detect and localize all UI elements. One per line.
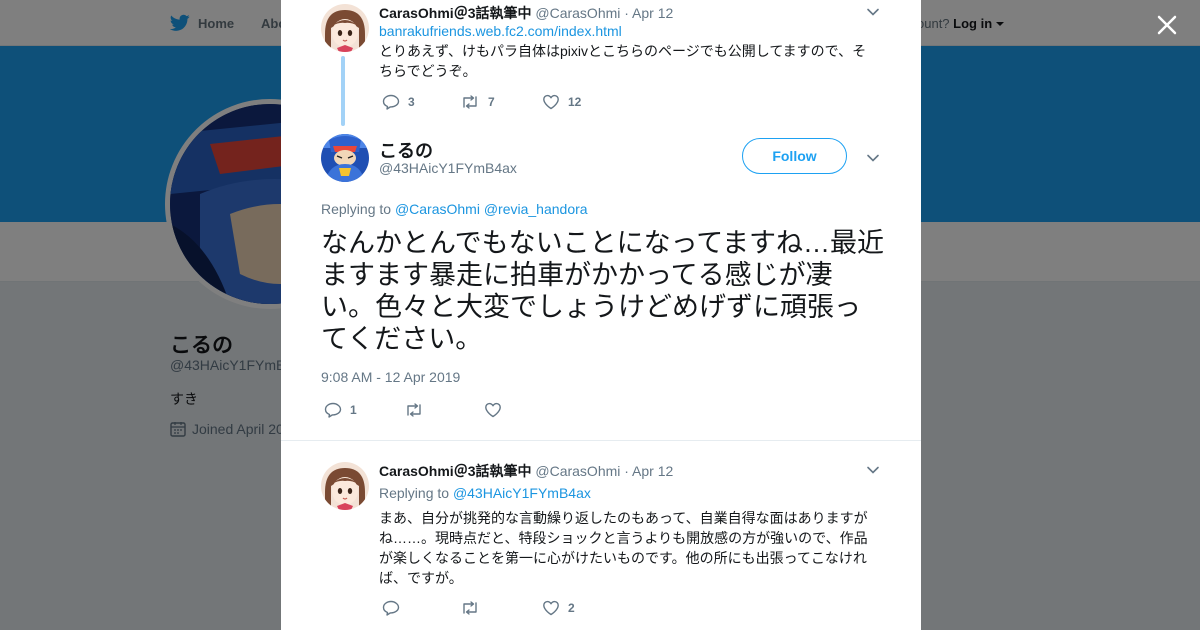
- close-modal-button[interactable]: [1152, 10, 1182, 40]
- reply-tweet-handle[interactable]: @CarasOhmi: [535, 463, 620, 479]
- caras-avatar-image: [321, 4, 369, 52]
- parent-tweet-text: とりあえず、けもパラ自体はpixivとこちらのページでも公開してますので、そちら…: [379, 43, 867, 79]
- parent-retweet-count: 7: [488, 95, 495, 109]
- main-tweet-replying-to: Replying to @CarasOhmi @revia_handora: [321, 201, 588, 217]
- reply-icon: [324, 402, 342, 418]
- reply-like-button[interactable]: 2: [542, 600, 575, 616]
- main-tweet-handle-line: @43HAicY1FYmB4ax: [379, 160, 517, 176]
- main-replying-user-1[interactable]: @CarasOhmi: [395, 201, 480, 217]
- parent-tweet-link-line: banrakufriends.web.fc2.com/index.html: [379, 21, 879, 41]
- like-icon: [543, 94, 559, 110]
- parent-like-button[interactable]: 12: [542, 94, 581, 110]
- reply-tweet-name[interactable]: CarasOhmi＠3話執筆中: [379, 463, 531, 479]
- retweet-icon: [463, 601, 477, 615]
- parent-like-count: 12: [568, 95, 582, 109]
- parent-tweet-actions: 3 7 12: [382, 94, 581, 110]
- reply-like-count: 2: [568, 601, 575, 615]
- main-tweet-text: なんかとんでもないことになってますね…最近ますます暴走に拍車がかかってる感じが凄…: [321, 228, 884, 354]
- reply-tweet-avatar-image: [321, 462, 369, 510]
- main-tweet-name[interactable]: こるの: [379, 141, 433, 161]
- reply-replying-user[interactable]: @43HAicY1FYmB4ax: [453, 485, 591, 501]
- main-reply-button[interactable]: 1: [324, 402, 404, 418]
- main-tweet-timestamp[interactable]: 9:08 AM - 12 Apr 2019: [321, 369, 460, 385]
- caras-avatar[interactable]: [321, 4, 369, 52]
- follow-button[interactable]: Follow: [742, 138, 847, 174]
- main-tweet-caret-down-icon[interactable]: [866, 151, 880, 165]
- reply-tweet-actions: 2: [382, 600, 575, 616]
- retweet-icon: [407, 403, 421, 417]
- main-tweet-avatar[interactable]: [321, 134, 369, 182]
- thread-connector-line: [341, 56, 345, 126]
- reply-retweet-button[interactable]: [460, 600, 542, 616]
- main-tweet-actions: 1: [324, 402, 510, 418]
- reply-icon: [382, 600, 400, 616]
- like-icon: [543, 600, 559, 616]
- main-like-button[interactable]: [484, 402, 510, 418]
- reply-tweet-header: CarasOhmi＠3話執筆中 @CarasOhmi · Apr 12: [379, 461, 673, 481]
- parent-tweet-name[interactable]: CarasOhmi＠3話執筆中: [379, 5, 531, 21]
- like-icon: [485, 402, 501, 418]
- main-replying-user-2[interactable]: @revia_handora: [484, 201, 588, 217]
- parent-tweet-caret-down-icon[interactable]: [866, 5, 880, 19]
- tweet-modal: CarasOhmi＠3話執筆中 @CarasOhmi · Apr 12 banr…: [281, 0, 921, 630]
- parent-retweet-button[interactable]: 7: [460, 94, 542, 110]
- parent-tweet-link[interactable]: banrakufriends.web.fc2.com/index.html: [379, 23, 622, 39]
- replies-divider: [281, 440, 921, 450]
- main-tweet-avatar-image: [321, 134, 369, 182]
- retweet-icon: [463, 95, 477, 109]
- parent-tweet-date[interactable]: · Apr 12: [624, 5, 673, 21]
- parent-tweet-handle[interactable]: @CarasOhmi: [535, 5, 620, 21]
- main-tweet-handle[interactable]: @43HAicY1FYmB4ax: [379, 160, 517, 176]
- parent-reply-count: 3: [408, 95, 415, 109]
- reply-icon: [382, 94, 400, 110]
- parent-reply-button[interactable]: 3: [382, 94, 460, 110]
- main-retweet-button[interactable]: [404, 402, 484, 418]
- parent-tweet-header: CarasOhmi＠3話執筆中 @CarasOhmi · Apr 12: [379, 3, 673, 23]
- reply-tweet-text: まあ、自分が挑発的な言動繰り返したのもあって、自業自得な面はありますがね……。現…: [379, 510, 868, 586]
- reply-tweet-avatar[interactable]: [321, 462, 369, 510]
- reply-reply-button[interactable]: [382, 600, 460, 616]
- main-reply-count: 1: [350, 403, 357, 417]
- main-replying-prefix: Replying to: [321, 201, 392, 217]
- close-icon: [1157, 15, 1177, 35]
- reply-tweet-replying-to: Replying to @43HAicY1FYmB4ax: [379, 485, 591, 501]
- reply-tweet-date[interactable]: · Apr 12: [624, 463, 673, 479]
- reply-replying-prefix: Replying to: [379, 485, 450, 501]
- reply-tweet-caret-down-icon[interactable]: [866, 463, 880, 477]
